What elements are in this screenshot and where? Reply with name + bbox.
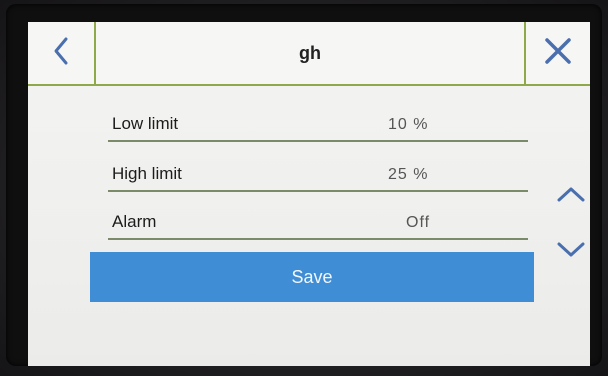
save-button[interactable]: Save: [90, 252, 534, 302]
setting-label: High limit: [112, 164, 182, 183]
setting-row-high-limit[interactable]: High limit 25 %: [108, 150, 528, 192]
page-title: gh: [299, 42, 321, 63]
back-button[interactable]: [28, 22, 96, 84]
close-button[interactable]: [524, 22, 590, 84]
top-bar: gh: [28, 22, 590, 86]
setting-row-low-limit[interactable]: Low limit 10 %: [108, 100, 528, 142]
chevron-left-icon: [52, 36, 70, 71]
touch-screen: gh Low limit 10 % High limit 25 % Alarm …: [28, 22, 590, 366]
chevron-down-icon: [556, 242, 586, 264]
setting-value: 25 %: [388, 166, 429, 183]
setting-value: Off: [406, 214, 431, 231]
scroll-down-button[interactable]: [556, 240, 586, 260]
setting-label: Alarm: [112, 212, 157, 231]
setting-label: Low limit: [112, 114, 179, 133]
chevron-up-icon: [556, 187, 586, 208]
setting-row-alarm[interactable]: Alarm Off: [108, 198, 528, 240]
close-icon: [544, 37, 572, 70]
scroll-up-button[interactable]: [556, 184, 586, 204]
setting-value: 10 %: [388, 116, 429, 133]
